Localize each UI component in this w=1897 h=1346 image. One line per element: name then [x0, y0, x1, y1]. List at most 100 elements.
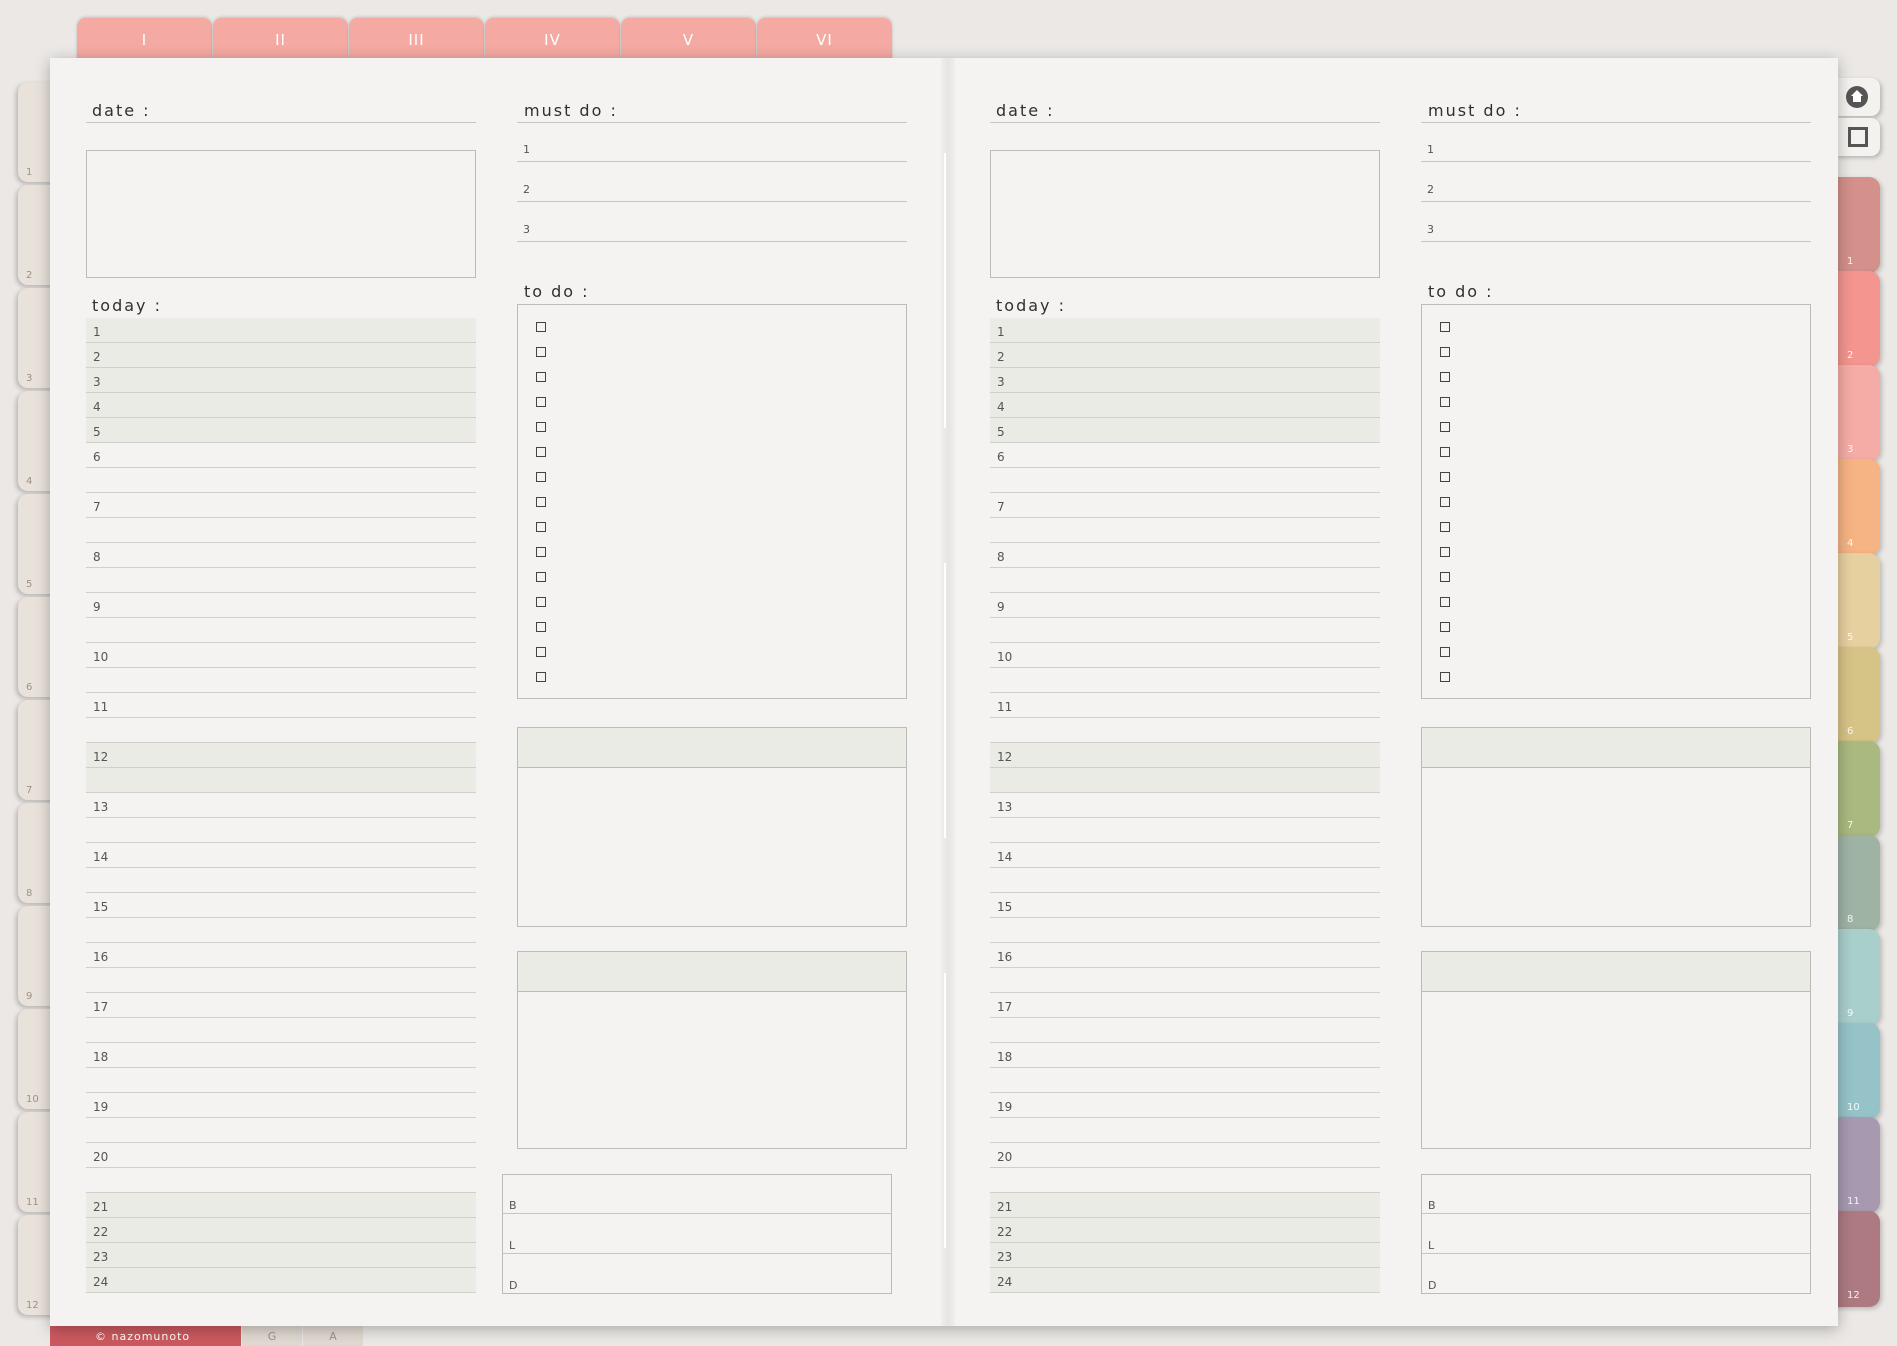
hour-subrow[interactable] [990, 818, 1380, 843]
hour-row[interactable]: 17 [86, 993, 476, 1018]
hour-row[interactable]: 16 [990, 943, 1380, 968]
hour-subrow[interactable] [990, 1018, 1380, 1043]
memo-header[interactable] [1422, 952, 1810, 992]
todo-checkbox[interactable] [1440, 322, 1450, 332]
hour-row[interactable]: 12 [990, 743, 1380, 768]
hour-subrow[interactable] [990, 518, 1380, 543]
hour-subrow[interactable] [86, 818, 476, 843]
hour-subrow[interactable] [86, 1018, 476, 1043]
hour-subrow[interactable] [86, 868, 476, 893]
must-do-item[interactable]: 3 [517, 202, 907, 242]
todo-checkbox[interactable] [536, 422, 546, 432]
hour-row[interactable]: 19 [990, 1093, 1380, 1118]
must-do-item[interactable]: 1 [1421, 122, 1811, 162]
todo-checkbox[interactable] [1440, 572, 1450, 582]
hour-row[interactable]: 2 [86, 343, 476, 368]
todo-checkbox[interactable] [536, 547, 546, 557]
hour-subrow[interactable] [86, 968, 476, 993]
hour-row[interactable]: 10 [990, 643, 1380, 668]
hour-row[interactable]: 5 [990, 418, 1380, 443]
meal-row[interactable]: L [1422, 1215, 1810, 1254]
todo-checkbox[interactable] [1440, 472, 1450, 482]
hour-row[interactable]: 16 [86, 943, 476, 968]
hour-row[interactable]: 8 [86, 543, 476, 568]
bottom-tab-g[interactable]: G [241, 1325, 302, 1346]
hour-subrow[interactable] [990, 1118, 1380, 1143]
hour-row[interactable]: 19 [86, 1093, 476, 1118]
hour-row[interactable]: 23 [990, 1243, 1380, 1268]
todo-checkbox[interactable] [1440, 447, 1450, 457]
todo-checkbox[interactable] [1440, 397, 1450, 407]
todo-checkbox[interactable] [536, 522, 546, 532]
todo-checkbox[interactable] [536, 372, 546, 382]
hour-row[interactable]: 17 [990, 993, 1380, 1018]
todo-checkbox[interactable] [1440, 672, 1450, 682]
todo-checkbox[interactable] [1440, 547, 1450, 557]
meal-row[interactable]: B [1422, 1175, 1810, 1214]
hour-row[interactable]: 23 [86, 1243, 476, 1268]
todo-checkbox[interactable] [1440, 347, 1450, 357]
must-do-item[interactable]: 2 [517, 162, 907, 202]
hour-subrow[interactable] [990, 1068, 1380, 1093]
hour-row[interactable]: 5 [86, 418, 476, 443]
must-do-item[interactable]: 3 [1421, 202, 1811, 242]
todo-checkbox[interactable] [1440, 372, 1450, 382]
hour-subrow[interactable] [86, 918, 476, 943]
todo-checkbox[interactable] [536, 672, 546, 682]
hour-subrow[interactable] [86, 518, 476, 543]
hour-row[interactable]: 4 [990, 393, 1380, 418]
hour-row[interactable]: 11 [86, 693, 476, 718]
hour-row[interactable]: 4 [86, 393, 476, 418]
hour-subrow[interactable] [990, 1168, 1380, 1193]
memo-header[interactable] [518, 728, 906, 768]
hour-row[interactable]: 15 [990, 893, 1380, 918]
hour-subrow[interactable] [86, 1118, 476, 1143]
todo-checkbox[interactable] [1440, 647, 1450, 657]
hour-row[interactable]: 9 [86, 593, 476, 618]
meal-row[interactable]: B [503, 1175, 891, 1214]
todo-checkbox[interactable] [536, 597, 546, 607]
hour-row[interactable]: 14 [86, 843, 476, 868]
hour-subrow[interactable] [990, 868, 1380, 893]
hour-row[interactable]: 14 [990, 843, 1380, 868]
hour-subrow[interactable] [990, 968, 1380, 993]
hour-row[interactable]: 6 [990, 443, 1380, 468]
todo-checkbox[interactable] [536, 497, 546, 507]
todo-checkbox[interactable] [536, 347, 546, 357]
hour-row[interactable]: 18 [990, 1043, 1380, 1068]
hour-row[interactable]: 13 [86, 793, 476, 818]
hour-subrow[interactable] [990, 568, 1380, 593]
hour-row[interactable]: 22 [86, 1218, 476, 1243]
hour-subrow[interactable] [86, 718, 476, 743]
todo-checkbox[interactable] [1440, 522, 1450, 532]
hour-subrow[interactable] [990, 768, 1380, 793]
hour-row[interactable]: 11 [990, 693, 1380, 718]
todo-checkbox[interactable] [536, 447, 546, 457]
todo-checkbox[interactable] [536, 572, 546, 582]
hour-subrow[interactable] [86, 468, 476, 493]
hour-row[interactable]: 21 [990, 1193, 1380, 1218]
hour-row[interactable]: 7 [86, 493, 476, 518]
hour-subrow[interactable] [86, 668, 476, 693]
meal-row[interactable]: L [503, 1215, 891, 1254]
memo-header[interactable] [1422, 728, 1810, 768]
todo-checkbox[interactable] [536, 322, 546, 332]
hour-subrow[interactable] [990, 618, 1380, 643]
hour-row[interactable]: 3 [990, 368, 1380, 393]
hour-row[interactable]: 13 [990, 793, 1380, 818]
hour-subrow[interactable] [990, 918, 1380, 943]
todo-checkbox[interactable] [536, 472, 546, 482]
hour-row[interactable]: 10 [86, 643, 476, 668]
todo-checkbox[interactable] [1440, 597, 1450, 607]
date-box[interactable] [86, 150, 476, 278]
hour-row[interactable]: 20 [990, 1143, 1380, 1168]
todo-checkbox[interactable] [536, 622, 546, 632]
hour-row[interactable]: 2 [990, 343, 1380, 368]
hour-subrow[interactable] [990, 718, 1380, 743]
todo-checkbox[interactable] [1440, 422, 1450, 432]
hour-subrow[interactable] [86, 1168, 476, 1193]
hour-row[interactable]: 9 [990, 593, 1380, 618]
hour-row[interactable]: 8 [990, 543, 1380, 568]
hour-row[interactable]: 3 [86, 368, 476, 393]
hour-subrow[interactable] [86, 768, 476, 793]
